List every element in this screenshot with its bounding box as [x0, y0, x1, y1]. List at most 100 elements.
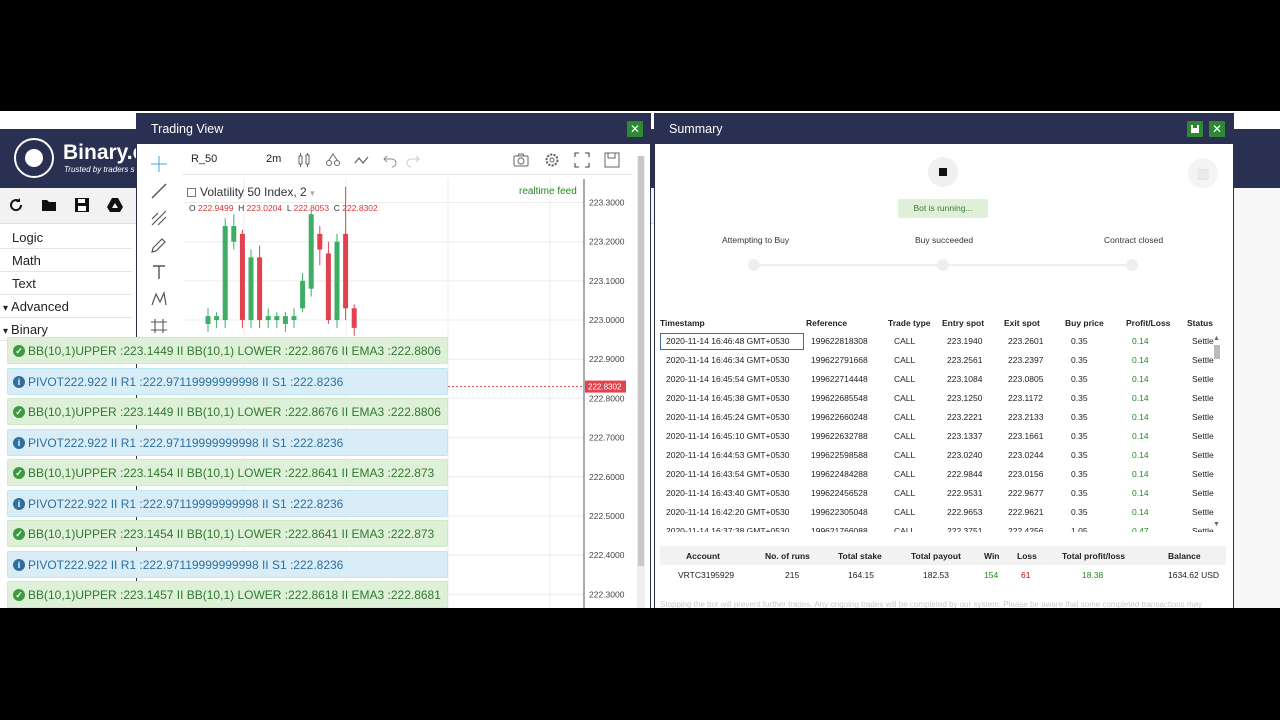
candle-body — [308, 214, 314, 289]
notification-ok: ✓ BB(10,1)UPPER :223.1449 II BB(10,1) LOW… — [7, 337, 448, 364]
check-circle-icon: ✓ — [13, 345, 25, 357]
table-cell: 199622484288 — [811, 469, 868, 479]
table-cell: Settle — [1192, 374, 1214, 384]
close-icon[interactable]: ✕ — [1209, 121, 1225, 137]
stage-attempting: Attempting to Buy — [722, 235, 790, 245]
table-row[interactable]: 2020-11-14 16:45:10 GMT+0530 199622632788… — [660, 427, 1227, 446]
block-logic[interactable]: Logic — [0, 226, 132, 249]
table-cell: 0.35 — [1071, 393, 1088, 403]
notification-text: PIVOT222.922 II R1 :222.97119999999998 I… — [28, 557, 344, 572]
block-math[interactable]: Math — [0, 249, 132, 272]
summary-titlebar[interactable]: Summary ✕ — [655, 114, 1233, 144]
reset-icon[interactable] — [8, 197, 24, 213]
redo-icon[interactable] — [405, 152, 421, 168]
category-advanced[interactable]: Advanced — [0, 295, 132, 318]
table-cell: 2020-11-14 16:45:54 GMT+0530 — [666, 374, 790, 384]
interval-selector[interactable]: 2m — [266, 153, 281, 165]
notification-info: i PIVOT222.922 II R1 :222.97119999999998 … — [7, 550, 448, 578]
trend-line-icon[interactable] — [150, 182, 168, 200]
table-cell: Settle — [1192, 526, 1214, 532]
stop-bot-button[interactable] — [928, 157, 958, 187]
table-cell: Settle — [1192, 412, 1214, 422]
table-cell: 2020-11-14 16:42:20 GMT+0530 — [666, 507, 790, 517]
candle-type-icon[interactable] — [296, 152, 312, 168]
close-icon[interactable]: ✕ — [627, 121, 643, 137]
pattern-icon[interactable] — [150, 290, 168, 308]
table-cell: 2020-11-14 16:46:48 GMT+0530 — [666, 336, 790, 346]
save-icon[interactable] — [74, 197, 90, 213]
check-circle-icon: ✓ — [13, 467, 25, 479]
table-row[interactable]: 2020-11-14 16:43:40 GMT+0530 199622456528… — [660, 484, 1227, 503]
save-chart-icon[interactable] — [604, 152, 620, 168]
table-cell: Settle — [1192, 507, 1214, 517]
notification-info: i PIVOT222.922 II R1 :222.97119999999998 … — [7, 489, 448, 517]
stats-column-header: Balance — [1168, 551, 1201, 561]
symbol-selector[interactable]: R_50 — [191, 153, 217, 165]
text-tool-icon[interactable] — [150, 263, 168, 281]
table-row[interactable]: 2020-11-14 16:45:54 GMT+0530 199622714448… — [660, 370, 1227, 389]
check-circle-icon: ✓ — [13, 528, 25, 540]
table-cell: 223.2601 — [1008, 336, 1044, 346]
candle-body — [265, 316, 271, 321]
camera-icon[interactable] — [513, 152, 529, 168]
table-cell: CALL — [894, 488, 916, 498]
notification-ok: ✓ BB(10,1)UPPER :223.1449 II BB(10,1) LOW… — [7, 398, 448, 425]
info-icon: i — [13, 497, 25, 510]
stats-header: Account No. of runs Total stake Total payou… — [660, 546, 1226, 565]
notification-info: i PIVOT222.922 II R1 :222.97119999999998 … — [7, 428, 448, 456]
block-text[interactable]: Text — [0, 272, 132, 295]
settings-gear-icon[interactable] — [544, 152, 560, 168]
table-row[interactable]: 2020-11-14 16:46:34 GMT+0530 199622791668… — [660, 351, 1227, 370]
candle-body — [300, 280, 306, 309]
scroll-down-icon: ▼ — [1213, 521, 1220, 528]
brush-icon[interactable] — [150, 236, 168, 254]
column-header: Entry spot — [942, 318, 985, 328]
table-row[interactable]: 2020-11-14 16:37:38 GMT+0530 199621766088… — [660, 522, 1227, 532]
table-cell: 199622598588 — [811, 450, 868, 460]
table-row[interactable]: 2020-11-14 16:44:53 GMT+0530 199622598588… — [660, 446, 1227, 465]
candle-body — [325, 253, 331, 321]
table-row[interactable]: 2020-11-14 16:42:20 GMT+0530 199622305048… — [660, 503, 1227, 522]
workspace-right-strip — [1234, 188, 1280, 608]
fullscreen-icon[interactable] — [574, 152, 590, 168]
google-drive-icon[interactable] — [107, 197, 123, 213]
undo-icon[interactable] — [382, 152, 398, 168]
table-row[interactable]: 2020-11-14 16:45:38 GMT+0530 199622685548… — [660, 389, 1227, 408]
candle-body — [351, 308, 357, 328]
table-row[interactable]: 2020-11-14 16:46:48 GMT+0530 199622818308… — [660, 332, 1227, 351]
line-type-icon[interactable] — [354, 152, 370, 168]
table-row[interactable]: 2020-11-14 16:45:24 GMT+0530 199622660248… — [660, 408, 1227, 427]
table-cell: CALL — [894, 526, 916, 532]
table-cell: 2020-11-14 16:45:24 GMT+0530 — [666, 412, 790, 422]
trading-view-titlebar[interactable]: Trading View ✕ — [137, 114, 650, 144]
table-cell: 199622714448 — [811, 374, 868, 384]
candle-body — [205, 316, 211, 324]
candle-body — [248, 257, 254, 321]
candle-body — [317, 233, 323, 250]
notification-text: PIVOT222.922 II R1 :222.97119999999998 I… — [28, 496, 344, 511]
fib-icon[interactable] — [150, 209, 168, 227]
table-cell: 0.14 — [1132, 374, 1149, 384]
indicators-icon[interactable] — [325, 152, 341, 168]
chevron-down-icon[interactable]: ▾ — [310, 188, 315, 198]
table-cell: 222.9844 — [947, 469, 983, 479]
measure-icon[interactable] — [150, 317, 168, 335]
table-header: Timestamp Reference Trade type Entry spot Ex… — [660, 314, 1227, 332]
table-cell: 0.14 — [1132, 431, 1149, 441]
table-scrollbar[interactable]: ▲ ▼ — [1213, 335, 1221, 531]
y-tick-label: 223.1000 — [589, 276, 625, 286]
crosshair-icon[interactable] — [150, 155, 168, 173]
stats-value: 154 — [984, 570, 999, 580]
download-icon[interactable] — [1187, 121, 1203, 137]
stats-column-header: No. of runs — [765, 551, 810, 561]
collapse-icon[interactable] — [187, 188, 196, 197]
table-cell: 0.14 — [1132, 393, 1149, 403]
trash-icon[interactable]: ▥ — [1188, 158, 1218, 188]
window-scrollbar[interactable] — [637, 156, 645, 608]
y-tick-label: 223.3000 — [589, 198, 625, 208]
table-cell: 223.0805 — [1008, 374, 1044, 384]
table-cell: 0.14 — [1132, 469, 1149, 479]
table-row[interactable]: 2020-11-14 16:43:54 GMT+0530 199622484288… — [660, 465, 1227, 484]
candle-body — [274, 316, 280, 321]
open-folder-icon[interactable] — [41, 197, 57, 213]
